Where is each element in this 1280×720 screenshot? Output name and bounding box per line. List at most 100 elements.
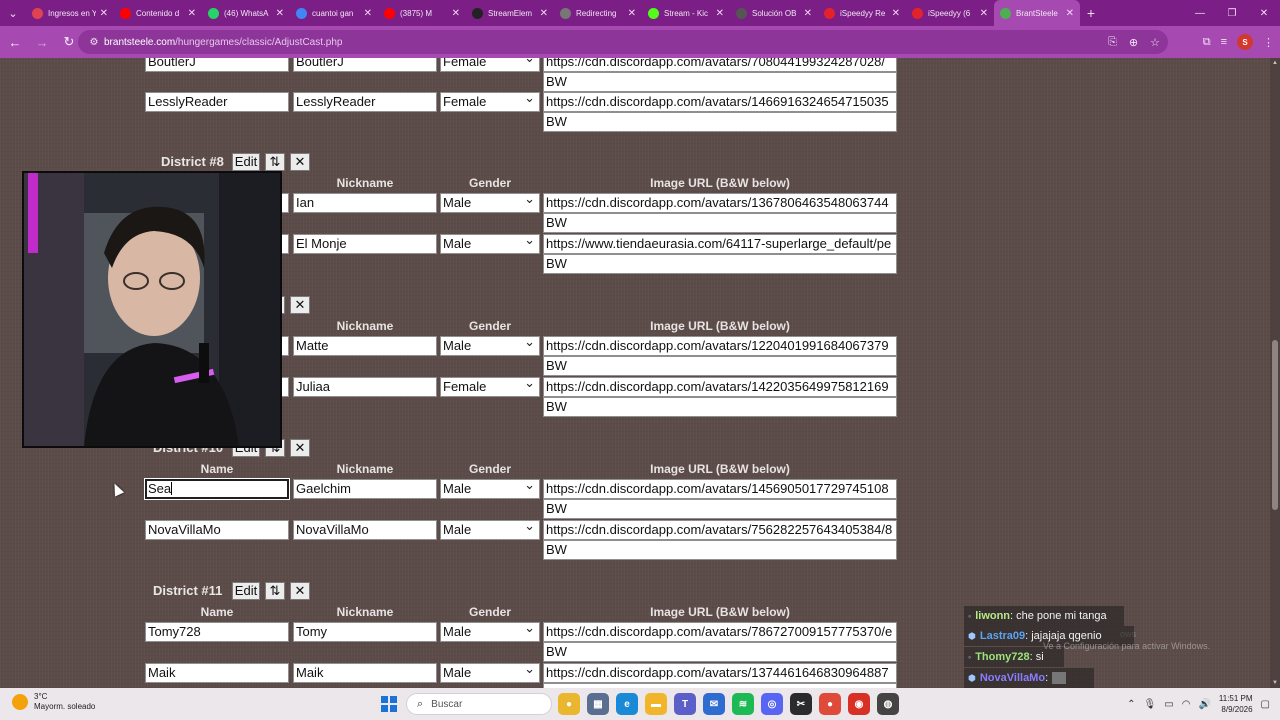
file-explorer-icon[interactable]: ▬	[645, 693, 667, 715]
site-info-icon[interactable]: ⚙	[84, 37, 104, 48]
discord-icon[interactable]: ◎	[761, 693, 783, 715]
extensions-icon[interactable]: ⧉	[1203, 36, 1211, 49]
tribute-bw-image-input[interactable]: BW	[543, 499, 897, 519]
taskbar-search[interactable]: ⌕ Buscar	[406, 693, 552, 715]
tribute-bw-image-input[interactable]: BW	[543, 540, 897, 560]
remove-district-icon[interactable]: ✕	[290, 582, 310, 600]
browser-menu-icon[interactable]: ⋮	[1263, 36, 1274, 49]
chrome-profile-icon[interactable]: ●	[819, 693, 841, 715]
weather-widget[interactable]: 3°C Mayorm. soleado	[12, 692, 95, 712]
tribute-name-input[interactable]: Maik	[145, 663, 289, 683]
tribute-image-url-input[interactable]: https://cdn.discordapp.com/avatars/14569…	[543, 479, 897, 499]
tab-close-icon[interactable]: ✕	[364, 8, 372, 19]
tribute-image-url-input[interactable]: https://cdn.discordapp.com/avatars/13744…	[543, 663, 897, 683]
tribute-bw-image-input[interactable]: BW	[543, 254, 897, 274]
tab-close-icon[interactable]: ✕	[276, 8, 284, 19]
tribute-image-url-input[interactable]: https://cdn.discordapp.com/avatars/70804…	[543, 58, 897, 72]
tribute-bw-image-input[interactable]: BW	[543, 112, 897, 132]
browser-tab[interactable]: Ingresos en Y ✕	[26, 0, 114, 26]
tab-close-icon[interactable]: ✕	[452, 8, 460, 19]
scrollbar-thumb[interactable]	[1272, 340, 1278, 510]
tribute-nickname-input[interactable]: BoutlerJ	[293, 58, 437, 72]
browser-tab[interactable]: cuantoi gan ✕	[290, 0, 378, 26]
minimize-icon[interactable]: —	[1184, 0, 1216, 26]
edge-icon[interactable]: e	[616, 693, 638, 715]
tab-close-icon[interactable]: ✕	[628, 8, 636, 19]
edit-district-button[interactable]: Edit	[232, 153, 260, 171]
tribute-gender-select[interactable]: Male	[440, 234, 540, 254]
tribute-nickname-input[interactable]: NovaVillaMo	[293, 520, 437, 540]
close-window-icon[interactable]: ✕	[1248, 0, 1280, 26]
edit-district-button[interactable]: Edit	[232, 582, 260, 600]
browser-tab[interactable]: Solución OB ✕	[730, 0, 818, 26]
tab-close-icon[interactable]: ✕	[188, 8, 196, 19]
tribute-gender-select[interactable]: Male	[440, 622, 540, 642]
forward-icon[interactable]: →	[30, 30, 54, 54]
tribute-image-url-input[interactable]: https://cdn.discordapp.com/avatars/75628…	[543, 520, 897, 540]
tribute-nickname-input[interactable]: Maik	[293, 663, 437, 683]
tribute-name-input[interactable]: Tomy728	[145, 622, 289, 642]
tribute-name-input[interactable]: BoutlerJ	[145, 58, 289, 72]
browser-tab[interactable]: Contenido d ✕	[114, 0, 202, 26]
page-scrollbar[interactable]: ▲ ▼	[1270, 58, 1280, 688]
scroll-up-icon[interactable]: ▲	[1270, 58, 1280, 68]
tab-search-icon[interactable]: ⌄	[0, 0, 26, 26]
clock[interactable]: 11:51 PM 8/9/2026	[1219, 693, 1253, 715]
media-controls-icon[interactable]: ≡	[1221, 36, 1227, 48]
tribute-image-url-input[interactable]: https://cdn.discordapp.com/avatars/12204…	[543, 336, 897, 356]
tab-close-icon[interactable]: ✕	[716, 8, 724, 19]
browser-tab[interactable]: iSpeedyy (6 ✕	[906, 0, 994, 26]
browser-tab[interactable]: (3875) M ✕	[378, 0, 466, 26]
tribute-gender-select[interactable]: Female	[440, 377, 540, 397]
remove-district-icon[interactable]: ✕	[290, 439, 310, 457]
tab-close-icon[interactable]: ✕	[980, 8, 988, 19]
tab-close-icon[interactable]: ✕	[100, 8, 108, 19]
profile-avatar[interactable]: S	[1237, 34, 1253, 50]
tribute-bw-image-input[interactable]: BW	[543, 356, 897, 376]
obs-icon[interactable]: ◍	[877, 693, 899, 715]
address-bar[interactable]: ⚙ brantsteele.com/hungergames/classic/Ad…	[78, 30, 1168, 54]
tribute-image-url-input[interactable]: https://cdn.discordapp.com/avatars/78672…	[543, 622, 897, 642]
tribute-image-url-input[interactable]: https://cdn.discordapp.com/avatars/13678…	[543, 193, 897, 213]
tribute-nickname-input[interactable]: El Monje	[293, 234, 437, 254]
tribute-gender-select[interactable]: Male	[440, 479, 540, 499]
obs-recording-icon[interactable]: ◉	[848, 693, 870, 715]
browser-tab[interactable]: iSpeedyy Re ✕	[818, 0, 906, 26]
tribute-nickname-input[interactable]: Tomy	[293, 622, 437, 642]
tribute-name-input[interactable]: LesslyReader	[145, 92, 289, 112]
browser-tab[interactable]: StreamElem ✕	[466, 0, 554, 26]
tribute-nickname-input[interactable]: Matte	[293, 336, 437, 356]
tribute-nickname-input[interactable]: LesslyReader	[293, 92, 437, 112]
remove-district-icon[interactable]: ✕	[290, 153, 310, 171]
tribute-gender-select[interactable]: Male	[440, 520, 540, 540]
spotify-icon[interactable]: ≋	[732, 693, 754, 715]
chrome-icon[interactable]: ●	[558, 693, 580, 715]
tribute-gender-select[interactable]: Male	[440, 193, 540, 213]
mail-icon[interactable]: ✉	[703, 693, 725, 715]
tribute-gender-select[interactable]: Male	[440, 336, 540, 356]
display-icon[interactable]: ▭	[1164, 699, 1173, 710]
browser-tab[interactable]: Redirecting ✕	[554, 0, 642, 26]
store-icon[interactable]: ▦	[587, 693, 609, 715]
zoom-icon[interactable]: ⊕	[1129, 36, 1138, 49]
tribute-nickname-input[interactable]: Gaelchim	[293, 479, 437, 499]
teams-icon[interactable]: T	[674, 693, 696, 715]
microphone-icon[interactable]: 🎙	[1144, 699, 1157, 710]
tribute-name-input[interactable]: Sea	[144, 478, 290, 500]
tribute-image-url-input[interactable]: https://www.tiendaeurasia.com/64117-supe…	[543, 234, 897, 254]
wifi-icon[interactable]: ◠	[1182, 699, 1191, 710]
reorder-district-icon[interactable]: ⇅	[265, 153, 285, 171]
tribute-bw-image-input[interactable]: BW	[543, 72, 897, 92]
capcut-icon[interactable]: ✂	[790, 693, 812, 715]
tribute-image-url-input[interactable]: https://cdn.discordapp.com/avatars/14220…	[543, 377, 897, 397]
windows-start-icon[interactable]	[381, 696, 397, 712]
browser-tab[interactable]: Stream - Kic ✕	[642, 0, 730, 26]
tribute-gender-select[interactable]: Female	[440, 92, 540, 112]
tribute-gender-select[interactable]: Male	[440, 663, 540, 683]
new-tab-icon[interactable]: +	[1080, 5, 1102, 21]
bookmark-star-icon[interactable]: ☆	[1150, 36, 1160, 49]
browser-tab[interactable]: (46) WhatsA ✕	[202, 0, 290, 26]
tribute-bw-image-input[interactable]: BW	[543, 397, 897, 417]
tribute-image-url-input[interactable]: https://cdn.discordapp.com/avatars/14669…	[543, 92, 897, 112]
tribute-nickname-input[interactable]: Ian	[293, 193, 437, 213]
